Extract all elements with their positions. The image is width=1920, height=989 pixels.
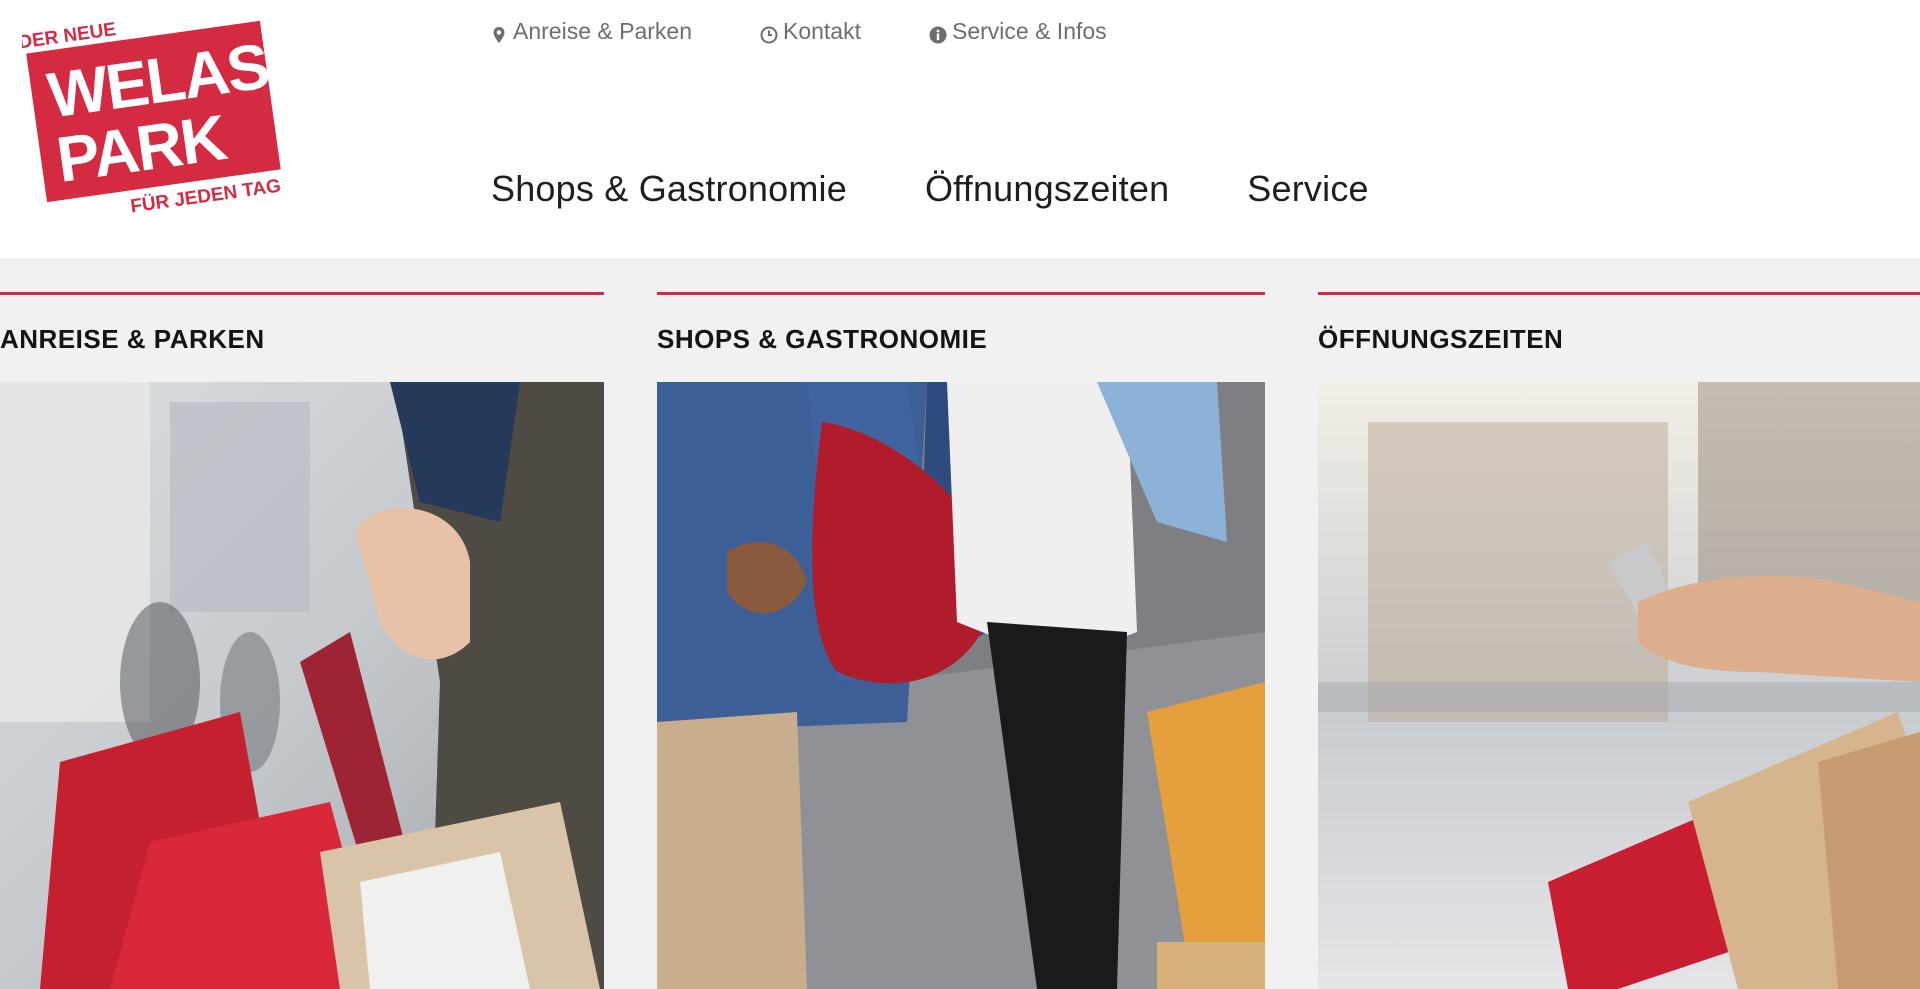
card-divider — [0, 292, 604, 295]
card-photo-shopping-bags[interactable] — [0, 382, 604, 989]
topbar-link-service-infos[interactable]: Service & Infos — [929, 18, 1107, 45]
card-divider — [657, 292, 1265, 295]
main-nav: Shops & Gastronomie Öffnungszeiten Servi… — [491, 168, 1369, 210]
card-title: ÖFFNUNGSZEITEN — [1318, 324, 1564, 354]
utility-nav: Anreise & Parken Kontakt Service & Infos — [490, 18, 1107, 45]
site-header: DER NEUE WELAS PARK FÜR JEDEN TAG Anreis… — [0, 0, 1920, 258]
welas-park-logo[interactable]: DER NEUE WELAS PARK FÜR JEDEN TAG — [17, 8, 292, 223]
teaser-card-oeffnungszeiten[interactable]: ÖFFNUNGSZEITEN — [1318, 292, 1920, 989]
card-title: SHOPS & GASTRONOMIE — [657, 324, 988, 354]
card-divider — [1318, 292, 1920, 295]
info-icon — [929, 23, 947, 43]
topbar-label: Anreise & Parken — [513, 18, 692, 44]
teaser-card-anreise[interactable]: ANREISE & PARKEN — [0, 292, 604, 989]
teaser-card-shops[interactable]: SHOPS & GASTRONOMIE — [657, 292, 1265, 989]
card-title: ANREISE & PARKEN — [0, 324, 265, 354]
topbar-link-kontakt[interactable]: Kontakt — [760, 18, 861, 45]
map-pin-icon — [490, 23, 508, 43]
card-photo-phone-shopping[interactable] — [1318, 382, 1920, 989]
topbar-label: Service & Infos — [951, 18, 1107, 44]
clock-icon — [760, 23, 778, 43]
card-photo-couple-shopping[interactable] — [657, 382, 1265, 989]
nav-item-service[interactable]: Service — [1247, 168, 1368, 210]
nav-item-shops-gastronomie[interactable]: Shops & Gastronomie — [491, 168, 847, 210]
nav-item-oeffnungszeiten[interactable]: Öffnungszeiten — [925, 168, 1169, 210]
topbar-label: Kontakt — [782, 18, 861, 44]
topbar-link-anreise[interactable]: Anreise & Parken — [490, 18, 692, 45]
